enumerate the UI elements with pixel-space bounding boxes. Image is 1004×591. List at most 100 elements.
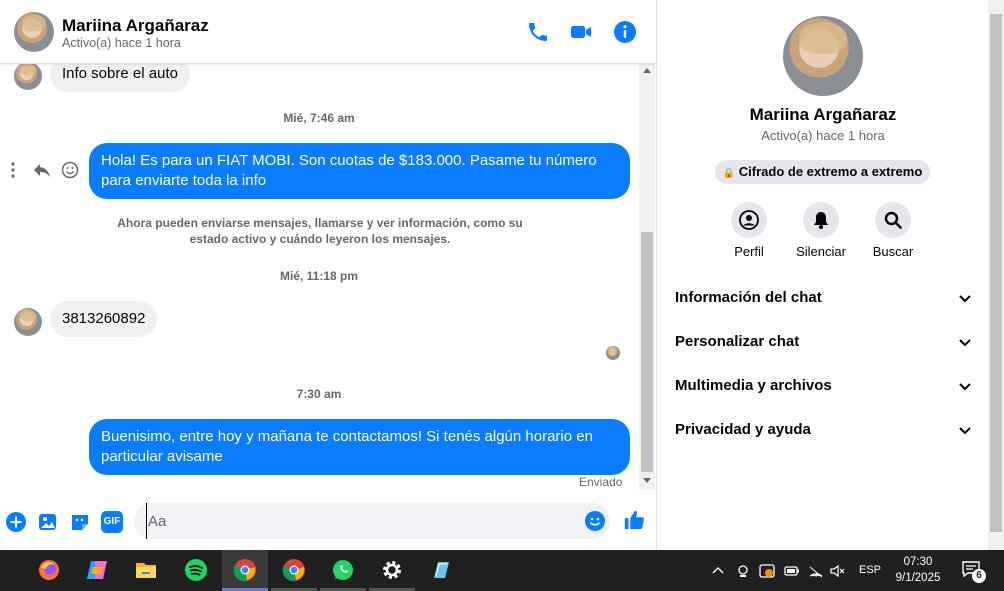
- system-clock[interactable]: 07:30 9/1/2025: [890, 554, 946, 586]
- contact-status: Activo(a) hace 1 hora: [62, 36, 181, 50]
- section-label: Información del chat: [675, 289, 822, 306]
- profile-status: Activo(a) hace 1 hora: [761, 128, 885, 143]
- outgoing-message[interactable]: Hola! Es para un FIAT MOBI. Son cuotas d…: [89, 143, 630, 199]
- profile-icon: [731, 202, 767, 238]
- privacy-notice: Ahora pueden enviarse mensajes, llamarse…: [117, 216, 523, 246]
- scroll-thumb[interactable]: [641, 232, 653, 472]
- taskbar-file-explorer[interactable]: [123, 550, 169, 591]
- profile-label: Perfil: [734, 244, 764, 259]
- message-input[interactable]: [146, 503, 576, 539]
- chevron-up-icon[interactable]: [712, 565, 724, 577]
- language-indicator[interactable]: ESP: [859, 564, 881, 576]
- mute-button[interactable]: Silenciar: [791, 202, 851, 259]
- profile-avatar[interactable]: [783, 16, 863, 96]
- message-timestamp: 7:30 am: [296, 387, 342, 401]
- message-avatar: [14, 308, 42, 336]
- add-icon[interactable]: [5, 511, 27, 533]
- chevron-down-icon: [959, 383, 971, 391]
- emoji-icon[interactable]: [584, 510, 606, 532]
- photo-icon[interactable]: [37, 511, 59, 533]
- message-composer: GIF: [0, 492, 656, 550]
- chat-scrollbar[interactable]: [639, 64, 655, 490]
- taskbar-firefox[interactable]: [26, 550, 72, 591]
- taskbar-whatsapp[interactable]: [320, 550, 366, 591]
- mute-label: Silenciar: [796, 244, 846, 259]
- whatsapp-icon: [333, 560, 353, 580]
- message-input-wrapper: [134, 503, 610, 539]
- clock-date: 9/1/2025: [895, 572, 941, 584]
- wifi-icon[interactable]: [808, 564, 824, 578]
- section-label: Privacidad y ayuda: [675, 421, 811, 438]
- incoming-message[interactable]: 3813260892: [50, 301, 158, 337]
- section-label: Personalizar chat: [675, 333, 800, 350]
- chat-header: Mariina Argañaraz Activo(a) hace 1 hora: [0, 0, 656, 64]
- firefox-icon: [39, 560, 59, 580]
- contact-name[interactable]: Mariina Argañaraz: [62, 16, 209, 36]
- windows-taskbar: ESP 07:30 9/1/2025 6: [0, 550, 1004, 591]
- folder-icon: [136, 563, 156, 578]
- taskbar-notepad[interactable]: [418, 550, 464, 591]
- bell-icon: [803, 202, 839, 238]
- section-chat-info[interactable]: Información del chat: [675, 284, 973, 312]
- profile-name: Mariina Argañaraz: [749, 105, 897, 124]
- section-privacy-help[interactable]: Privacidad y ayuda: [675, 416, 973, 444]
- scroll-up-icon[interactable]: [643, 68, 651, 73]
- gif-button[interactable]: GIF: [101, 511, 123, 533]
- more-options-icon[interactable]: [6, 160, 20, 180]
- webcam-icon[interactable]: [736, 564, 750, 578]
- taskbar-copilot[interactable]: [74, 550, 120, 591]
- section-customize-chat[interactable]: Personalizar chat: [675, 328, 973, 356]
- incoming-message[interactable]: Info sobre el auto: [50, 64, 190, 92]
- page-scrollbar[interactable]: [988, 0, 1004, 550]
- notification-center-button[interactable]: 6: [962, 561, 986, 583]
- phone-icon[interactable]: [526, 20, 550, 44]
- sticker-icon[interactable]: [69, 511, 91, 533]
- section-media-files[interactable]: Multimedia y archivos: [675, 372, 973, 400]
- message-actions: [6, 160, 82, 180]
- chat-info-pane: Mariina Argañaraz Activo(a) hace 1 hora …: [658, 0, 988, 550]
- like-icon[interactable]: [623, 509, 645, 531]
- taskbar-chrome[interactable]: [271, 550, 317, 591]
- volume-muted-icon[interactable]: [830, 564, 846, 578]
- copilot-icon: [87, 561, 107, 579]
- chrome-icon: [282, 559, 305, 582]
- chrome-icon: [233, 559, 256, 582]
- battery-icon[interactable]: [784, 565, 800, 577]
- chat-pane: Mariina Argañaraz Activo(a) hace 1 hora …: [0, 0, 657, 550]
- message-timestamp: Mié, 7:46 am: [283, 111, 355, 125]
- message-avatar: [14, 64, 42, 90]
- chevron-down-icon: [959, 295, 971, 303]
- message-list[interactable]: Info sobre el auto Mié, 7:46 am Hola! Es…: [0, 64, 638, 490]
- page-scroll-thumb[interactable]: [990, 14, 1002, 532]
- lock-icon: 🔒: [722, 168, 736, 179]
- chevron-down-icon: [959, 339, 971, 347]
- taskbar-spotify[interactable]: [173, 550, 219, 591]
- chevron-down-icon: [959, 427, 971, 435]
- scroll-down-icon[interactable]: [643, 478, 651, 483]
- taskbar-settings[interactable]: [369, 550, 415, 591]
- clock-time: 07:30: [903, 556, 933, 568]
- update-icon[interactable]: [759, 563, 775, 579]
- profile-button[interactable]: Perfil: [719, 202, 779, 259]
- search-label: Buscar: [872, 244, 914, 259]
- seen-avatar: [606, 346, 620, 360]
- gear-icon: [383, 561, 401, 579]
- search-button[interactable]: Buscar: [863, 202, 923, 259]
- reply-icon[interactable]: [32, 160, 52, 180]
- encryption-label: Cifrado de extremo a extremo: [738, 164, 923, 179]
- notification-count-badge: 6: [972, 569, 986, 583]
- search-icon: [875, 202, 911, 238]
- info-icon[interactable]: [613, 20, 637, 44]
- messenger-app: Mariina Argañaraz Activo(a) hace 1 hora …: [0, 0, 1004, 550]
- outgoing-message[interactable]: Buenisimo, entre hoy y mañana te contact…: [89, 419, 630, 475]
- contact-avatar[interactable]: [14, 12, 54, 52]
- video-call-icon[interactable]: [569, 20, 593, 44]
- react-emoji-icon[interactable]: [60, 160, 80, 180]
- notepad-icon: [434, 562, 449, 578]
- message-timestamp: Mié, 11:18 pm: [279, 269, 359, 283]
- sent-status: Enviado: [579, 475, 623, 489]
- taskbar-chrome-profile[interactable]: [222, 550, 268, 591]
- section-label: Multimedia y archivos: [675, 377, 832, 394]
- spotify-icon: [185, 559, 207, 581]
- encryption-badge[interactable]: 🔒 Cifrado de extremo a extremo: [715, 160, 930, 184]
